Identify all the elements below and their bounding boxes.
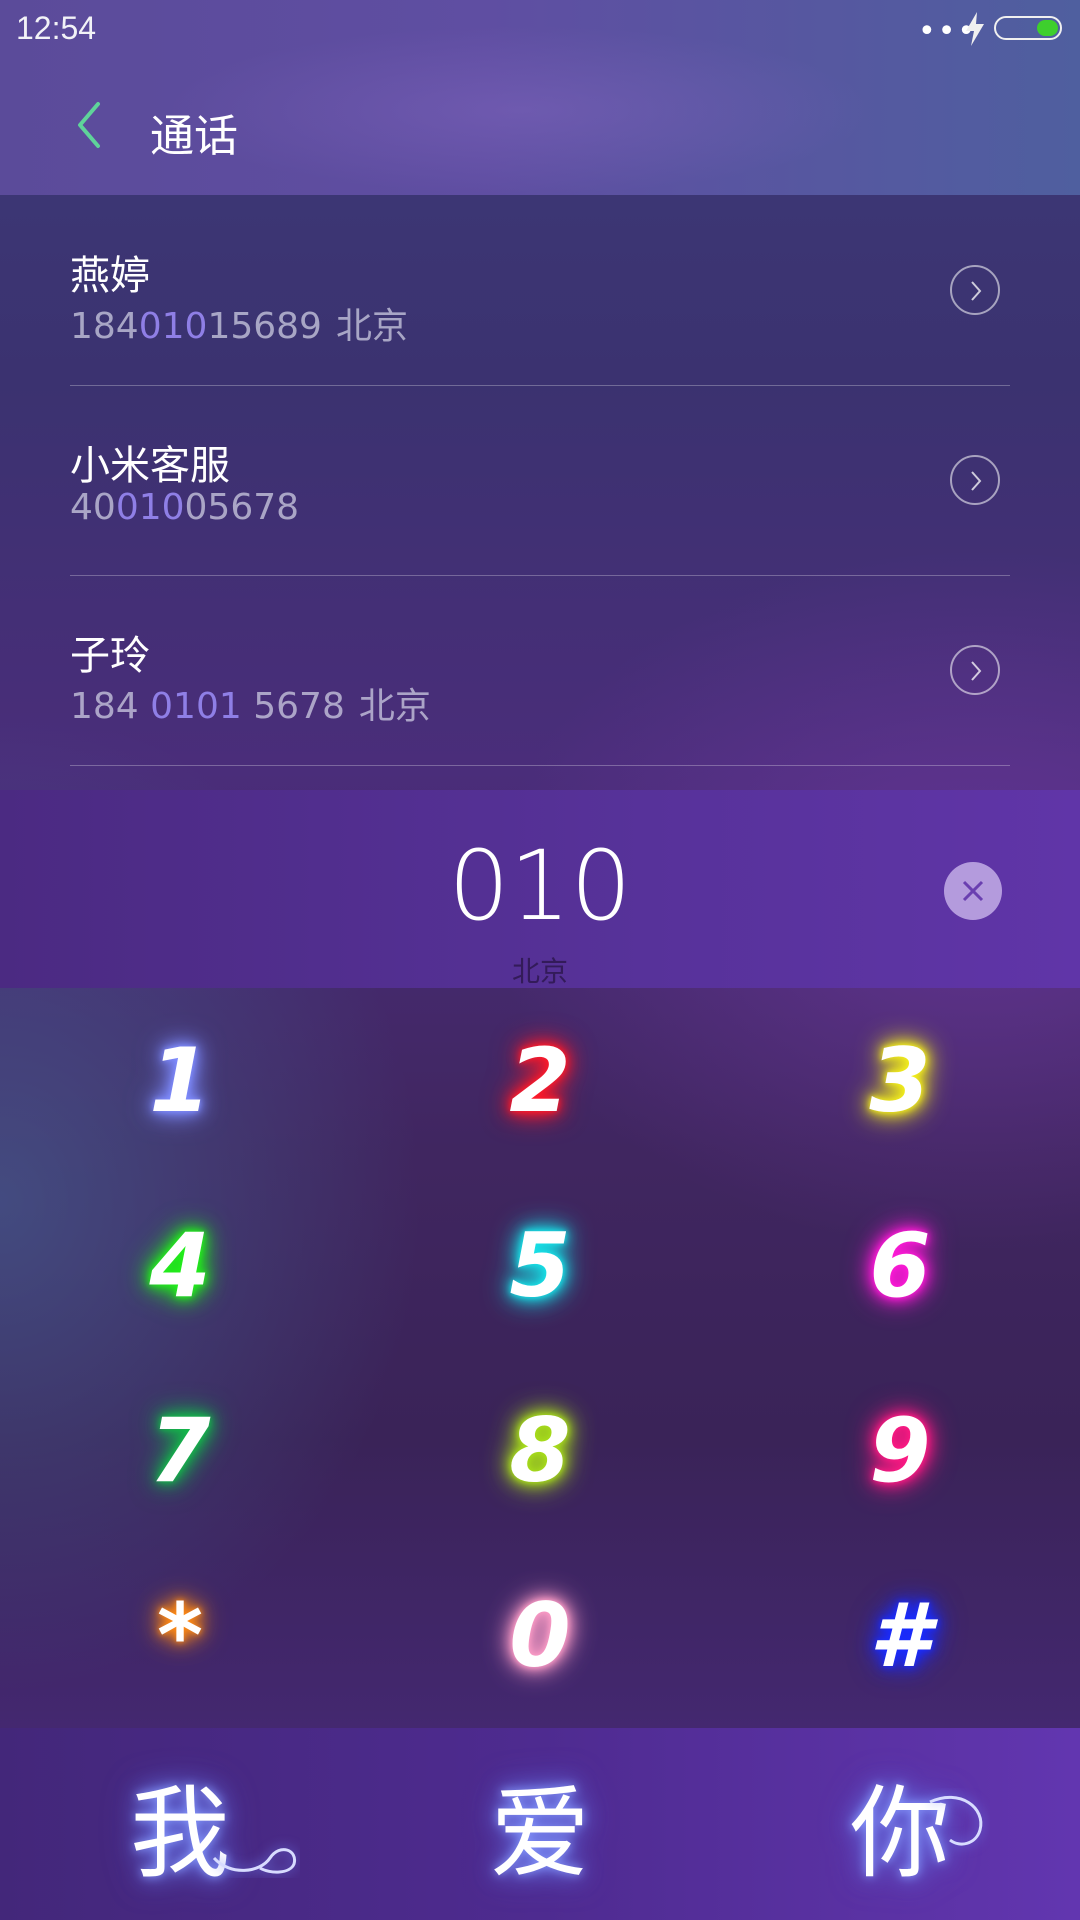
key-4[interactable]: 4 bbox=[0, 1173, 360, 1358]
action-button-3[interactable]: 你 bbox=[720, 1728, 1080, 1920]
key-label: # bbox=[869, 1584, 931, 1687]
page-title: 通话 bbox=[150, 111, 238, 162]
back-arrow-icon[interactable] bbox=[70, 100, 110, 150]
swirl-decoration bbox=[929, 1795, 983, 1846]
clear-button[interactable] bbox=[944, 862, 1002, 920]
bottom-action-bar: 我 爱 你 bbox=[0, 1728, 1080, 1920]
dialed-number[interactable]: 010 bbox=[0, 830, 1080, 942]
contact-location: 北京 bbox=[358, 686, 431, 727]
header-bar: 12:54 ••• 通话 bbox=[0, 0, 1080, 195]
key-label: 0 bbox=[509, 1584, 571, 1687]
key-7[interactable]: 7 bbox=[0, 1358, 360, 1543]
battery-icon bbox=[994, 16, 1062, 40]
action-button-2[interactable]: 爱 bbox=[360, 1728, 720, 1920]
contact-row[interactable]: 燕婷 18401015689 北京 bbox=[70, 195, 1010, 386]
key-9[interactable]: 9 bbox=[720, 1358, 1080, 1543]
contact-suggestion-list: 燕婷 18401015689 北京 小米客服 4001005678 子玲 184 … bbox=[0, 195, 1080, 790]
contact-detail-button[interactable] bbox=[950, 645, 1000, 695]
key-star[interactable]: * bbox=[0, 1543, 360, 1728]
contact-number: 184 0101 5678 北京 bbox=[70, 686, 431, 727]
key-label: 2 bbox=[509, 1029, 571, 1132]
dial-display: 010 北京 bbox=[0, 790, 1080, 988]
key-label: 1 bbox=[149, 1029, 211, 1132]
contact-detail-button[interactable] bbox=[950, 455, 1000, 505]
battery-level bbox=[1037, 20, 1058, 36]
key-label: 8 bbox=[509, 1399, 571, 1502]
contact-name: 子玲 bbox=[70, 633, 150, 679]
chevron-right-icon bbox=[971, 471, 982, 491]
contact-name: 燕婷 bbox=[70, 253, 150, 299]
key-8[interactable]: 8 bbox=[360, 1358, 720, 1543]
contact-number: 4001005678 bbox=[70, 487, 300, 528]
contact-number: 18401015689 北京 bbox=[70, 306, 408, 347]
charging-icon bbox=[966, 12, 984, 46]
key-label: * bbox=[156, 1584, 204, 1687]
swirl-decoration bbox=[212, 1848, 297, 1874]
key-5[interactable]: 5 bbox=[360, 1173, 720, 1358]
key-0[interactable]: 0 bbox=[360, 1543, 720, 1728]
chevron-right-icon bbox=[971, 661, 982, 681]
contact-name: 小米客服 bbox=[70, 443, 230, 489]
contact-location: 北京 bbox=[335, 306, 408, 347]
key-label: 9 bbox=[869, 1399, 931, 1502]
key-hash[interactable]: # bbox=[720, 1543, 1080, 1728]
action-label: 爱 bbox=[490, 1774, 590, 1892]
key-label: 6 bbox=[869, 1214, 931, 1317]
key-2[interactable]: 2 bbox=[360, 988, 720, 1173]
key-6[interactable]: 6 bbox=[720, 1173, 1080, 1358]
key-3[interactable]: 3 bbox=[720, 988, 1080, 1173]
key-label: 4 bbox=[149, 1214, 211, 1317]
dialed-location: 北京 bbox=[511, 955, 568, 988]
close-icon bbox=[962, 880, 984, 902]
key-label: 5 bbox=[509, 1214, 571, 1317]
status-time: 12:54 bbox=[16, 10, 97, 46]
key-1[interactable]: 1 bbox=[0, 988, 360, 1173]
dial-keypad: 1 2 3 4 5 6 7 8 9 * 0 # bbox=[0, 988, 1080, 1728]
contact-row[interactable]: 子玲 184 0101 5678 北京 bbox=[70, 575, 1010, 766]
contact-detail-button[interactable] bbox=[950, 265, 1000, 315]
phone-screen: 12:54 ••• 通话 燕婷 18401015689 北京 小米客服 40010… bbox=[0, 0, 1080, 1920]
key-label: 3 bbox=[869, 1029, 931, 1132]
key-label: 7 bbox=[149, 1399, 211, 1502]
action-button-1[interactable]: 我 bbox=[0, 1728, 360, 1920]
chevron-right-icon bbox=[971, 281, 982, 301]
contact-row[interactable]: 小米客服 4001005678 bbox=[70, 385, 1010, 576]
